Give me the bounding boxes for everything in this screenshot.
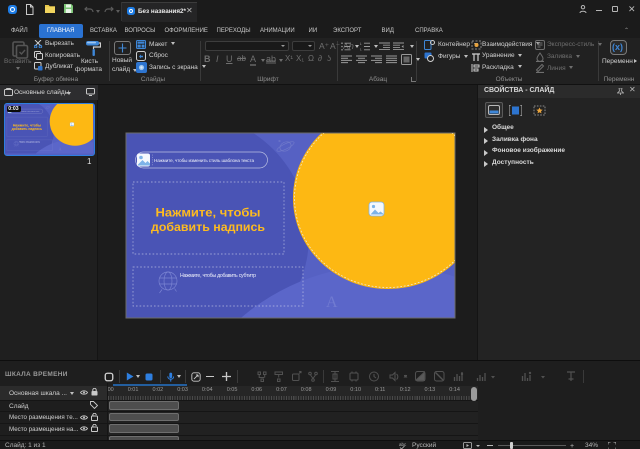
- svg-text:1.: 1.: [360, 42, 362, 46]
- svg-text:abc: abc: [399, 442, 407, 447]
- svg-text:2.: 2.: [360, 47, 362, 51]
